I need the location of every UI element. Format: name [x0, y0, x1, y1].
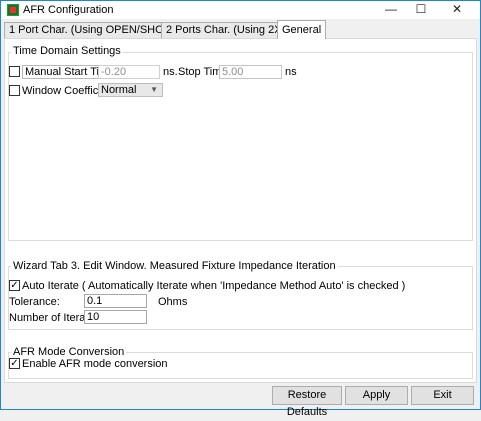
general-tab-panel: Time Domain Settings Manual Start Time: … [4, 38, 477, 383]
restore-defaults-button[interactable]: Restore Defaults [272, 386, 342, 418]
app-icon [7, 4, 19, 16]
minimize-icon[interactable]: — [376, 1, 406, 19]
window-coefficient-value: Normal [101, 84, 137, 96]
close-icon[interactable]: ✕ [442, 1, 472, 19]
time-domain-group [8, 52, 473, 241]
chevron-down-icon: ▼ [150, 85, 158, 94]
iterations-input[interactable]: 10 [84, 310, 147, 324]
auto-iterate-label: Auto Iterate ( Automatically Iterate whe… [22, 280, 406, 292]
afr-configuration-window: AFR Configuration — ☐ ✕ 1 Port Char. (Us… [0, 0, 481, 418]
title-bar[interactable]: AFR Configuration — ☐ ✕ [1, 1, 480, 19]
window-coefficient-select[interactable]: Normal ▼ [98, 83, 163, 97]
tolerance-input[interactable]: 0.1 [84, 294, 147, 308]
wizard-group-title: Wizard Tab 3. Edit Window. Measured Fixt… [11, 260, 338, 272]
start-time-input[interactable]: -0.20 [98, 65, 160, 79]
tolerance-unit: Ohms [158, 296, 188, 308]
start-time-unit: ns. [163, 66, 178, 78]
auto-iterate-checkbox[interactable]: ✓ [9, 280, 20, 291]
manual-start-checkbox[interactable] [9, 66, 20, 77]
window-title: AFR Configuration [23, 4, 114, 16]
stop-time-unit: ns [285, 66, 297, 78]
enable-afr-mode-checkbox[interactable]: ✓ [9, 358, 20, 369]
exit-button[interactable]: Exit [411, 386, 474, 405]
stop-time-input[interactable]: 5.00 [219, 65, 282, 79]
window-coefficient-checkbox[interactable] [9, 85, 20, 96]
time-domain-group-title: Time Domain Settings [11, 45, 123, 57]
maximize-icon[interactable]: ☐ [406, 1, 436, 19]
tab-general[interactable]: General [277, 20, 327, 39]
apply-button[interactable]: Apply [345, 386, 408, 405]
tolerance-label: Tolerance: [9, 296, 60, 308]
enable-afr-mode-label: Enable AFR mode conversion [22, 358, 168, 370]
afr-mode-group-title: AFR Mode Conversion [11, 346, 127, 358]
